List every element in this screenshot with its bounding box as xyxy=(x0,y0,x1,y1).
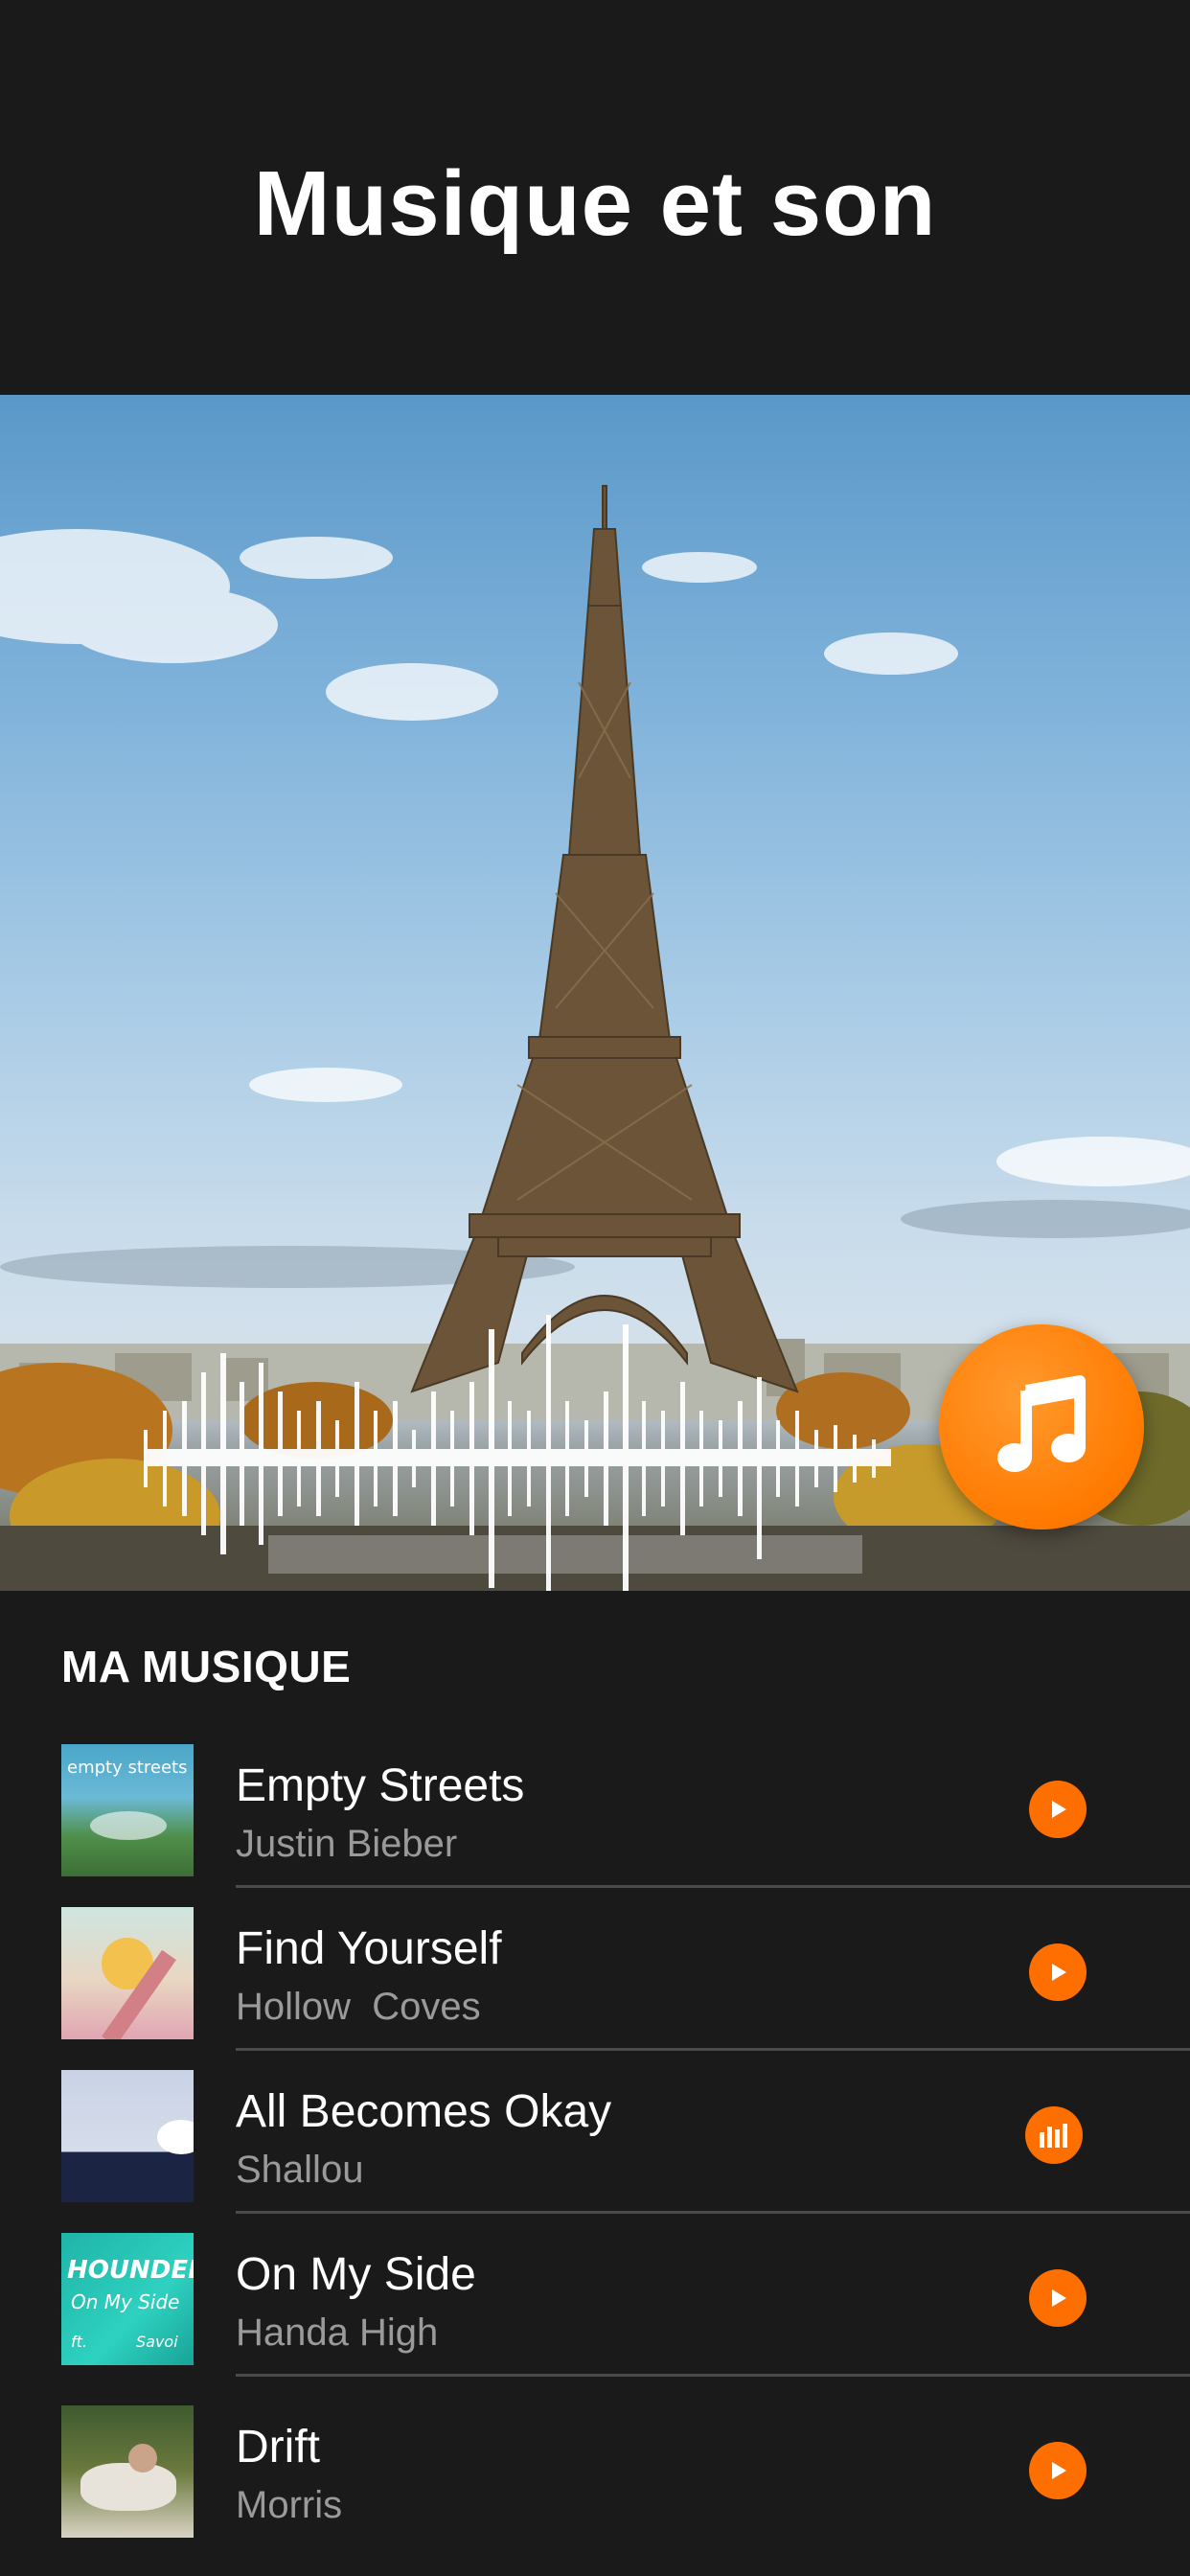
cover-label: Savoi xyxy=(136,2333,178,2351)
album-cover xyxy=(61,1907,194,2039)
divider xyxy=(236,2374,1190,2377)
page-title: Musique et son xyxy=(253,152,937,255)
now-playing-indicator[interactable] xyxy=(1025,2106,1083,2164)
music-note-icon xyxy=(997,1375,1086,1472)
cover-label: ft. xyxy=(71,2333,87,2351)
album-cover: empty streets xyxy=(61,1744,194,1876)
track-artist: Shallou xyxy=(236,2149,364,2191)
app-header: Musique et son xyxy=(0,0,1190,395)
album-cover: HOUNDED On My Side ft. Savoi xyxy=(61,2233,194,2365)
track-title: Find Yourself xyxy=(236,1923,502,1974)
track-artist: Morris xyxy=(236,2484,343,2526)
play-button[interactable] xyxy=(1029,1944,1087,2001)
cover-label: On My Side xyxy=(71,2290,180,2313)
track-title: All Becomes Okay xyxy=(236,2086,612,2137)
track-row-all-becomes-okay[interactable]: All Becomes Okay Shallou xyxy=(0,2051,1190,2214)
play-icon xyxy=(1052,2289,1066,2307)
add-music-button[interactable] xyxy=(939,1324,1144,1530)
album-cover xyxy=(61,2405,194,2538)
track-row-on-my-side[interactable]: HOUNDED On My Side ft. Savoi On My Side … xyxy=(0,2214,1190,2377)
track-artist: Handa High xyxy=(236,2312,439,2354)
section-title: MA MUSIQUE xyxy=(61,1642,352,1691)
track-title: Empty Streets xyxy=(236,1760,525,1811)
track-artist: Justin Bieber xyxy=(236,1823,458,1865)
track-artist: Hollow Coves xyxy=(236,1986,481,2028)
track-row-empty-streets[interactable]: empty streets Empty Streets Justin Biebe… xyxy=(0,1725,1190,1888)
track-title: On My Side xyxy=(236,2249,476,2300)
play-button[interactable] xyxy=(1029,1781,1087,1838)
play-button[interactable] xyxy=(1029,2269,1087,2327)
play-icon xyxy=(1052,1801,1066,1818)
track-title: Drift xyxy=(236,2422,320,2472)
album-cover xyxy=(61,2070,194,2202)
track-row-drift[interactable]: Drift Morris xyxy=(0,2386,1190,2549)
play-icon xyxy=(1052,2462,1066,2479)
cover-label: HOUNDED xyxy=(67,2256,194,2285)
play-icon xyxy=(1052,1964,1066,1981)
track-row-find-yourself[interactable]: Find Yourself Hollow Coves xyxy=(0,1888,1190,2051)
equalizer-icon xyxy=(1040,2124,1067,2148)
play-button[interactable] xyxy=(1029,2442,1087,2499)
cover-label: empty streets xyxy=(67,1758,188,1778)
